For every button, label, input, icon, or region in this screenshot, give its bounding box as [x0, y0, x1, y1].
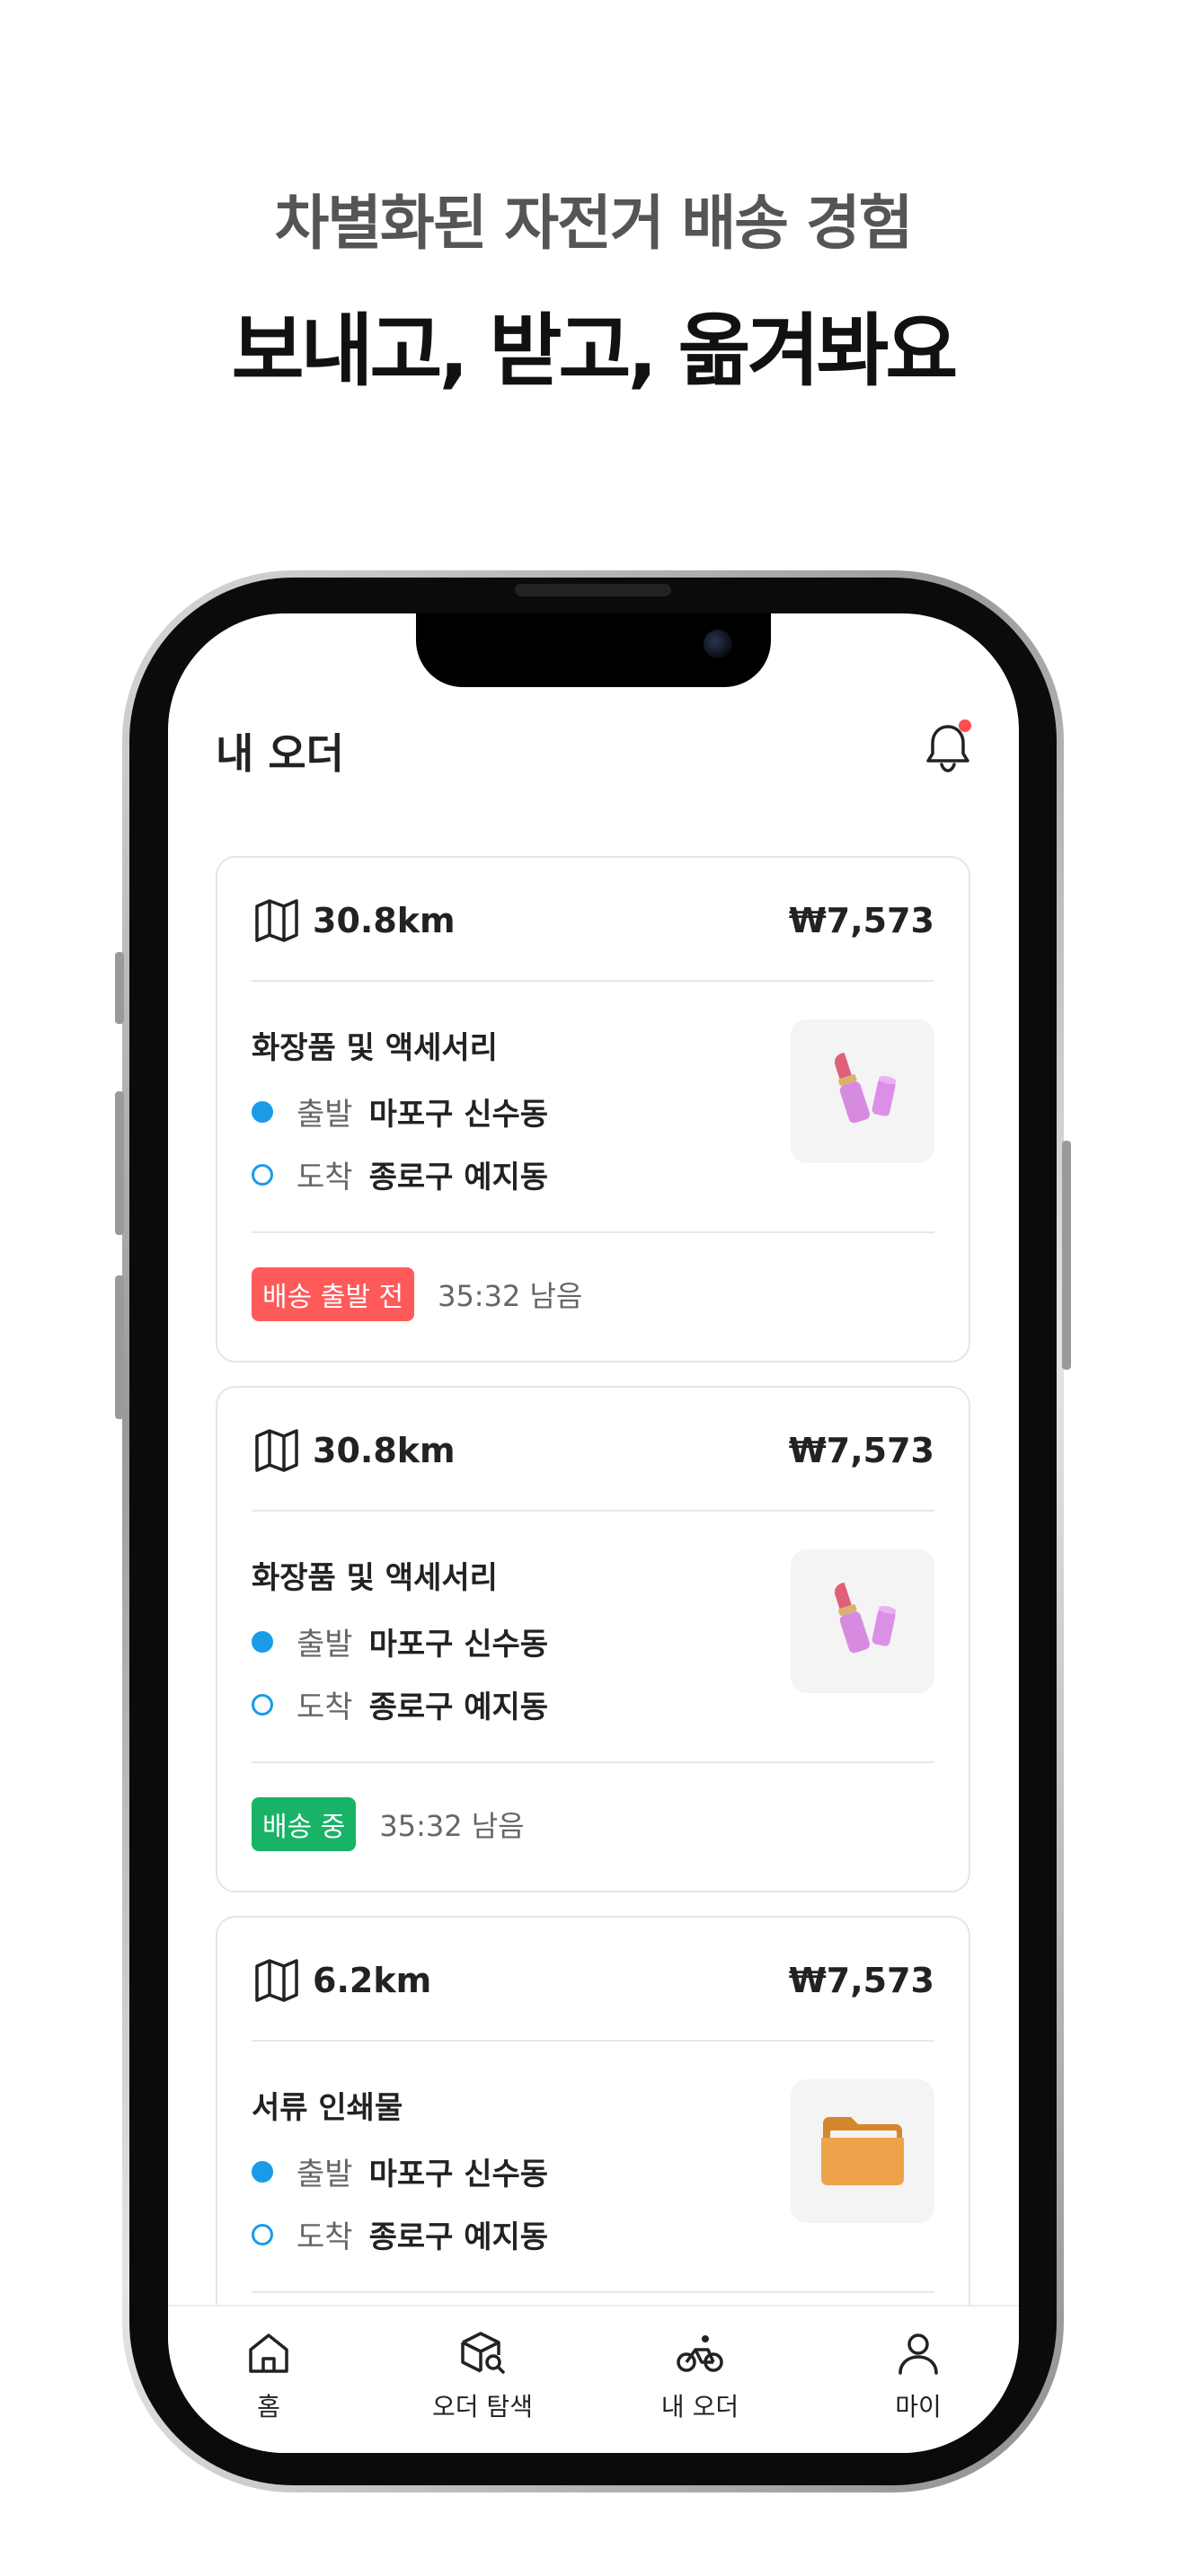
- notification-dot: [959, 719, 971, 732]
- marketing-headline: 보내고, 받고, 옮겨봐요: [231, 304, 959, 397]
- departure-dot-icon: [252, 1630, 273, 1653]
- route-departure: 출발 마포구 신수동: [252, 1619, 548, 1663]
- page-title: 내 오더: [216, 729, 344, 778]
- order-distance: 30.8km: [313, 1431, 456, 1470]
- tab-label: 내 오더: [660, 2392, 739, 2422]
- departure-dot-icon: [252, 1100, 273, 1123]
- tab-my-page[interactable]: 마이: [828, 2328, 1008, 2423]
- arrival-dot-icon: [252, 1693, 273, 1716]
- order-price: ₩7,573: [788, 901, 934, 940]
- divider: [252, 2040, 934, 2042]
- lipstick-icon: [835, 1583, 897, 1654]
- divider: [252, 1510, 934, 1512]
- order-card[interactable]: 30.8km ₩7,573 화장품 및 액세서리 출발 마포구 신수동 도착 종…: [216, 1386, 970, 1892]
- map-icon: [255, 899, 298, 942]
- user-icon: [898, 2333, 938, 2375]
- arrival-label: 도착: [296, 2219, 353, 2255]
- arrival-place: 종로구 예지동: [368, 1160, 549, 1195]
- marketing-subtitle: 차별화된 자전거 배송 경험: [274, 189, 914, 258]
- volume-up-button: [115, 1091, 124, 1235]
- notch: [416, 613, 771, 687]
- route-departure: 출발 마포구 신수동: [252, 1090, 548, 1134]
- departure-dot-icon: [252, 2160, 273, 2183]
- arrival-place: 종로구 예지동: [368, 2219, 549, 2255]
- tab-label: 마이: [895, 2392, 942, 2422]
- tab-label: 홈: [257, 2392, 280, 2422]
- order-price: ₩7,573: [788, 1431, 934, 1470]
- order-category: 서류 인쇄물: [252, 2090, 403, 2126]
- phone-screen: 내 오더 30.8km ₩7,573 화장품 및 액세서리 출발 마포구 신수동…: [168, 613, 1019, 2453]
- volume-down-button: [115, 1275, 124, 1419]
- speaker-grille: [515, 584, 671, 596]
- order-distance: 30.8km: [313, 901, 456, 940]
- order-thumbnail: [791, 1019, 934, 1163]
- order-category: 화장품 및 액세서리: [252, 1560, 498, 1596]
- arrival-dot-icon: [252, 1163, 273, 1186]
- order-category: 화장품 및 액세서리: [252, 1030, 498, 1066]
- divider: [252, 1761, 934, 1763]
- home-icon: [249, 2333, 288, 2373]
- tab-my-orders[interactable]: 내 오더: [610, 2328, 790, 2423]
- route-departure: 출발 마포구 신수동: [252, 2149, 548, 2193]
- departure-place: 마포구 신수동: [368, 1627, 549, 1663]
- departure-place: 마포구 신수동: [368, 2157, 549, 2192]
- divider: [252, 1231, 934, 1233]
- camera-icon: [704, 630, 732, 658]
- order-price: ₩7,573: [788, 1961, 934, 2000]
- divider: [252, 2291, 934, 2293]
- arrival-label: 도착: [296, 1160, 353, 1195]
- tab-label: 오더 탐색: [432, 2392, 533, 2422]
- package-search-icon: [461, 2332, 505, 2374]
- order-thumbnail: [791, 2079, 934, 2223]
- folder-icon: [821, 2117, 904, 2185]
- remaining-time: 35:32 남음: [379, 1809, 525, 1843]
- status-badge: 배송 중: [252, 1797, 357, 1851]
- order-distance: 6.2km: [313, 1961, 432, 2000]
- departure-label: 출발: [296, 1627, 353, 1663]
- bicycle-icon: [677, 2335, 723, 2372]
- arrival-dot-icon: [252, 2223, 273, 2245]
- power-button: [1062, 1141, 1071, 1370]
- departure-label: 출발: [296, 1097, 353, 1133]
- map-icon: [255, 1429, 298, 1472]
- route-arrival: 도착 종로구 예지동: [252, 2212, 548, 2256]
- order-list: 30.8km ₩7,573 화장품 및 액세서리 출발 마포구 신수동 도착 종…: [216, 856, 970, 2446]
- arrival-label: 도착: [296, 1689, 353, 1725]
- status-badge: 배송 출발 전: [252, 1267, 415, 1321]
- remaining-time: 35:32 남음: [438, 1279, 583, 1313]
- tab-home[interactable]: 홈: [179, 2328, 358, 2423]
- route-arrival: 도착 종로구 예지동: [252, 1152, 548, 1196]
- departure-label: 출발: [296, 2157, 353, 2192]
- departure-place: 마포구 신수동: [368, 1097, 549, 1133]
- route-arrival: 도착 종로구 예지동: [252, 1682, 548, 1726]
- map-icon: [255, 1959, 298, 2002]
- bottom-tab-bar: 홈 오더 탐색 내 오더 마이: [168, 2305, 1019, 2453]
- divider: [252, 980, 934, 982]
- silent-switch: [115, 952, 124, 1024]
- lipstick-icon: [835, 1053, 897, 1124]
- order-card[interactable]: 30.8km ₩7,573 화장품 및 액세서리 출발 마포구 신수동 도착 종…: [216, 856, 970, 1363]
- order-thumbnail: [791, 1549, 934, 1693]
- arrival-place: 종로구 예지동: [368, 1689, 549, 1725]
- tab-order-search[interactable]: 오더 탐색: [393, 2328, 572, 2423]
